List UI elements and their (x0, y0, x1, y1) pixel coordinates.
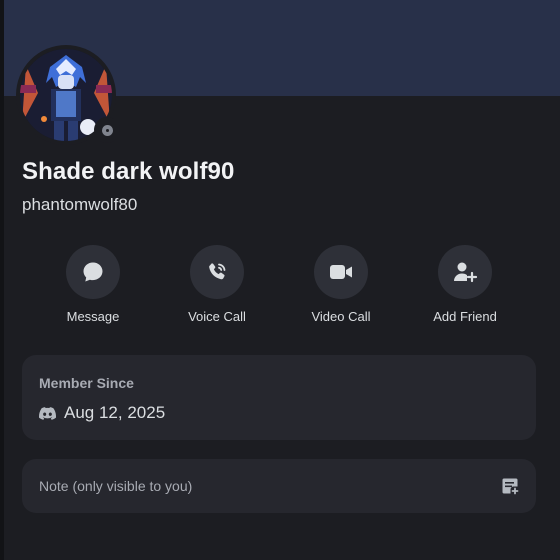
member-since-date: Aug 12, 2025 (64, 403, 166, 422)
add-friend-icon (454, 262, 478, 283)
discord-logo-icon (39, 406, 56, 420)
phone-icon (209, 263, 226, 280)
voice-call-button-circle[interactable] (190, 245, 244, 299)
add-friend-button-circle[interactable] (438, 245, 492, 299)
add-friend-label: Add Friend (433, 309, 497, 324)
member-since-title: Member Since (39, 375, 134, 391)
message-button-circle[interactable] (66, 245, 120, 299)
video-camera-icon (330, 265, 352, 279)
avatar-container[interactable] (16, 45, 120, 145)
note-edit-icon[interactable] (501, 477, 519, 495)
video-call-label: Video Call (311, 309, 371, 324)
video-call-button-circle[interactable] (314, 245, 368, 299)
note-field[interactable]: Note (only visible to you) (22, 459, 536, 513)
add-friend-button[interactable]: Add Friend (415, 245, 515, 324)
chat-bubble-icon (83, 262, 103, 282)
message-label: Message (66, 309, 120, 324)
note-placeholder[interactable]: Note (only visible to you) (39, 478, 192, 494)
voice-call-label: Voice Call (188, 309, 246, 324)
username: phantomwolf80 (22, 195, 138, 214)
member-since-card: Member Since Aug 12, 2025 (22, 355, 536, 440)
status-offline-icon (94, 117, 120, 143)
voice-call-button[interactable]: Voice Call (167, 245, 267, 324)
message-button[interactable]: Message (43, 245, 143, 324)
display-name: Shade dark wolf90 (22, 158, 235, 185)
video-call-button[interactable]: Video Call (291, 245, 391, 324)
member-since-row: Aug 12, 2025 (39, 403, 165, 423)
